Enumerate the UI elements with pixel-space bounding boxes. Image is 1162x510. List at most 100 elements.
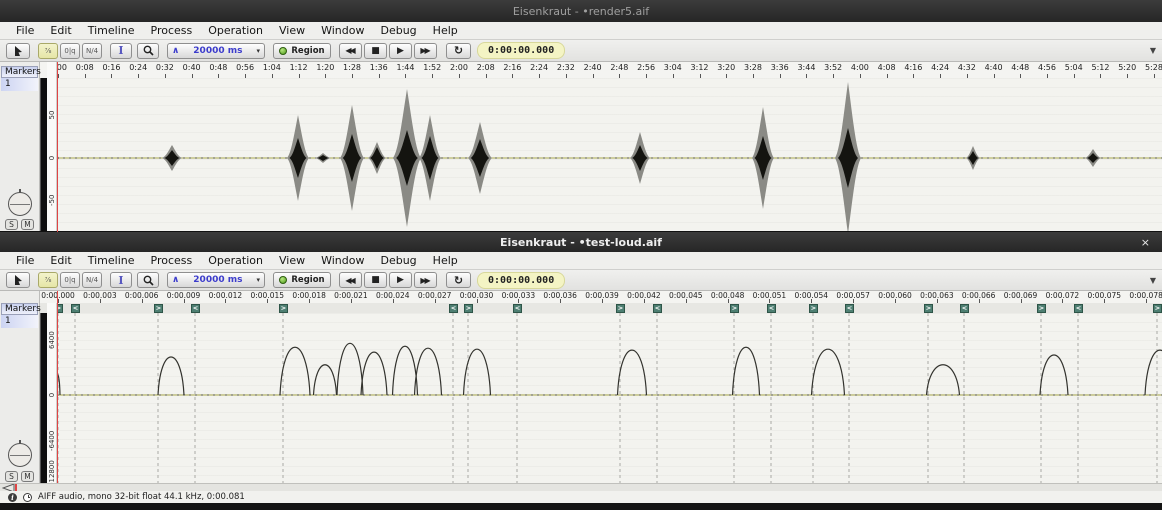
time-display[interactable]: 0:00:00.000 [477, 272, 565, 289]
region-marker-flag[interactable]: > [809, 304, 818, 313]
region-marker-flag[interactable]: < [767, 304, 776, 313]
waveform-pulse [1040, 355, 1068, 395]
channel-label[interactable]: 1 [1, 78, 38, 91]
pan-knob[interactable] [8, 192, 32, 216]
region-marker-flag[interactable]: > [924, 304, 933, 313]
ruler-label: 2:56 [637, 63, 655, 72]
region-marker-flag[interactable]: > [1037, 304, 1046, 313]
menu-window[interactable]: Window [313, 23, 372, 38]
samples-mode-button[interactable]: 0|q [60, 272, 80, 288]
close-icon[interactable]: × [1141, 232, 1150, 252]
region-marker-flag[interactable]: < [960, 304, 969, 313]
menu-view[interactable]: View [271, 253, 313, 268]
solo-button[interactable]: S [5, 471, 18, 482]
region-marker-flag[interactable]: < [191, 304, 200, 313]
rewind-button[interactable]: ◀◀ [339, 272, 362, 288]
menu-edit[interactable]: Edit [42, 23, 79, 38]
ruler-label: 2:08 [477, 63, 495, 72]
region-marker-flag[interactable]: > [1153, 304, 1162, 313]
waveform-pulse [393, 346, 418, 395]
region-marker-flag[interactable]: < [1074, 304, 1083, 313]
zoom-tool-button[interactable] [137, 272, 159, 288]
menu-operation[interactable]: Operation [200, 253, 271, 268]
amplitude-axis: 500-50 [47, 62, 57, 232]
mute-button[interactable]: M [21, 471, 34, 482]
fast-forward-button[interactable]: ▶▶ [414, 272, 437, 288]
menu-debug[interactable]: Debug [372, 23, 424, 38]
menu-timeline[interactable]: Timeline [80, 253, 143, 268]
region-marker-flag[interactable]: < [845, 304, 854, 313]
play-button[interactable]: ▶ [389, 272, 412, 288]
track-sidebar: Markers 1 S M [0, 291, 40, 483]
waveform-rms-blob [968, 151, 979, 165]
menu-process[interactable]: Process [143, 23, 201, 38]
region-marker-flag[interactable]: < [449, 304, 458, 313]
region-marker-flag[interactable]: < [71, 304, 80, 313]
waveform-rms-blob [317, 155, 329, 161]
playback-cursor[interactable] [57, 291, 58, 483]
pan-knob[interactable] [8, 443, 32, 467]
edit-cursor-button[interactable]: I [110, 43, 132, 59]
play-button[interactable]: ▶ [389, 43, 412, 59]
region-marker-flag[interactable]: < [653, 304, 662, 313]
menu-debug[interactable]: Debug [372, 253, 424, 268]
beats-mode-button[interactable]: N/4 [82, 43, 102, 59]
region-button[interactable]: Region [273, 43, 331, 59]
blend-duration-dropdown[interactable]: ∧ 20000 ms ▾ [167, 43, 265, 59]
pointer-tool-button[interactable] [6, 43, 30, 59]
time-display[interactable]: 0:00:00.000 [477, 42, 565, 59]
taskbar-strip [0, 503, 1162, 510]
menu-edit[interactable]: Edit [42, 253, 79, 268]
titlebar[interactable]: Eisenkraut - •test-loud.aif × [0, 232, 1162, 252]
solo-button[interactable]: S [5, 219, 18, 230]
waveform-view[interactable] [57, 313, 1162, 483]
pointer-tool-button[interactable] [6, 272, 30, 288]
clock-icon[interactable] [23, 493, 32, 502]
time-mode-button[interactable]: ⅞ [38, 43, 58, 59]
timeline-ruler[interactable]: 0:000:080:160:240:320:400:480:561:041:12… [40, 62, 1162, 79]
waveform-rms-blob [164, 150, 180, 166]
region-marker-flag[interactable]: > [616, 304, 625, 313]
waveform-view[interactable] [57, 78, 1162, 232]
ruler-label: 1:28 [343, 63, 361, 72]
channel-label[interactable]: 1 [1, 315, 38, 328]
toolbar-overflow-icon[interactable]: ▼ [1150, 46, 1156, 55]
markers-header[interactable]: Markers [1, 303, 38, 315]
time-mode-button[interactable]: ⅞ [38, 272, 58, 288]
region-button[interactable]: Region [273, 272, 331, 288]
playback-cursor[interactable] [57, 62, 58, 232]
stop-button[interactable]: ■ [364, 43, 387, 59]
mute-button[interactable]: M [21, 219, 34, 230]
menu-window[interactable]: Window [313, 253, 372, 268]
beats-mode-button[interactable]: N/4 [82, 272, 102, 288]
menu-timeline[interactable]: Timeline [80, 23, 143, 38]
menu-help[interactable]: Help [425, 253, 466, 268]
edit-cursor-button[interactable]: I [110, 272, 132, 288]
pointer-tool-icon [13, 45, 23, 57]
zoom-tool-button[interactable] [137, 43, 159, 59]
stop-button[interactable]: ■ [364, 272, 387, 288]
rewind-button[interactable]: ◀◀ [339, 43, 362, 59]
menu-operation[interactable]: Operation [200, 23, 271, 38]
blend-duration-dropdown[interactable]: ∧ 20000 ms ▾ [167, 272, 265, 288]
markers-header[interactable]: Markers [1, 66, 38, 78]
region-button-label: Region [291, 46, 324, 56]
samples-mode-button[interactable]: 0|q [60, 43, 80, 59]
loop-button[interactable]: ↻ [446, 43, 471, 59]
fast-forward-button[interactable]: ▶▶ [414, 43, 437, 59]
menu-file[interactable]: File [8, 253, 42, 268]
region-marker-flag[interactable]: > [464, 304, 473, 313]
menu-process[interactable]: Process [143, 253, 201, 268]
region-marker-flag[interactable]: > [279, 304, 288, 313]
toolbar-overflow-icon[interactable]: ▼ [1150, 276, 1156, 285]
region-marker-flag[interactable]: < [513, 304, 522, 313]
region-marker-flag[interactable]: > [154, 304, 163, 313]
region-marker-flag[interactable]: > [730, 304, 739, 313]
loop-button[interactable]: ↻ [446, 272, 471, 288]
menu-help[interactable]: Help [425, 23, 466, 38]
titlebar[interactable]: Eisenkraut - •render5.aif [0, 0, 1162, 22]
chevron-down-icon: ▾ [256, 47, 260, 55]
menu-view[interactable]: View [271, 23, 313, 38]
info-icon[interactable]: i [8, 493, 17, 502]
menu-file[interactable]: File [8, 23, 42, 38]
